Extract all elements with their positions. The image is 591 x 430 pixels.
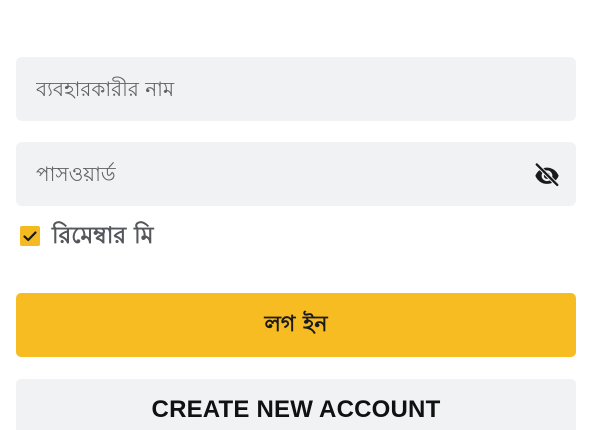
username-field-container	[16, 57, 576, 121]
create-account-button[interactable]: CREATE NEW ACCOUNT	[16, 379, 576, 430]
password-input[interactable]	[36, 142, 556, 206]
username-input[interactable]	[36, 57, 556, 121]
remember-me-label: রিমেম্বার মি	[52, 222, 154, 249]
login-button[interactable]: লগ ইন	[16, 293, 576, 357]
login-button-label: লগ ইন	[264, 311, 328, 337]
create-account-button-label: CREATE NEW ACCOUNT	[151, 396, 441, 423]
checkmark-icon	[23, 231, 37, 242]
toggle-password-visibility-button[interactable]	[532, 159, 562, 189]
eye-off-icon	[534, 162, 560, 188]
remember-me-toggle[interactable]: রিমেম্বার মি	[20, 221, 153, 251]
login-page: রিমেম্বার মি লগ ইন CREATE NEW ACCOUNT	[0, 0, 591, 430]
password-field-container	[16, 142, 576, 206]
remember-me-checkbox[interactable]	[20, 226, 40, 246]
